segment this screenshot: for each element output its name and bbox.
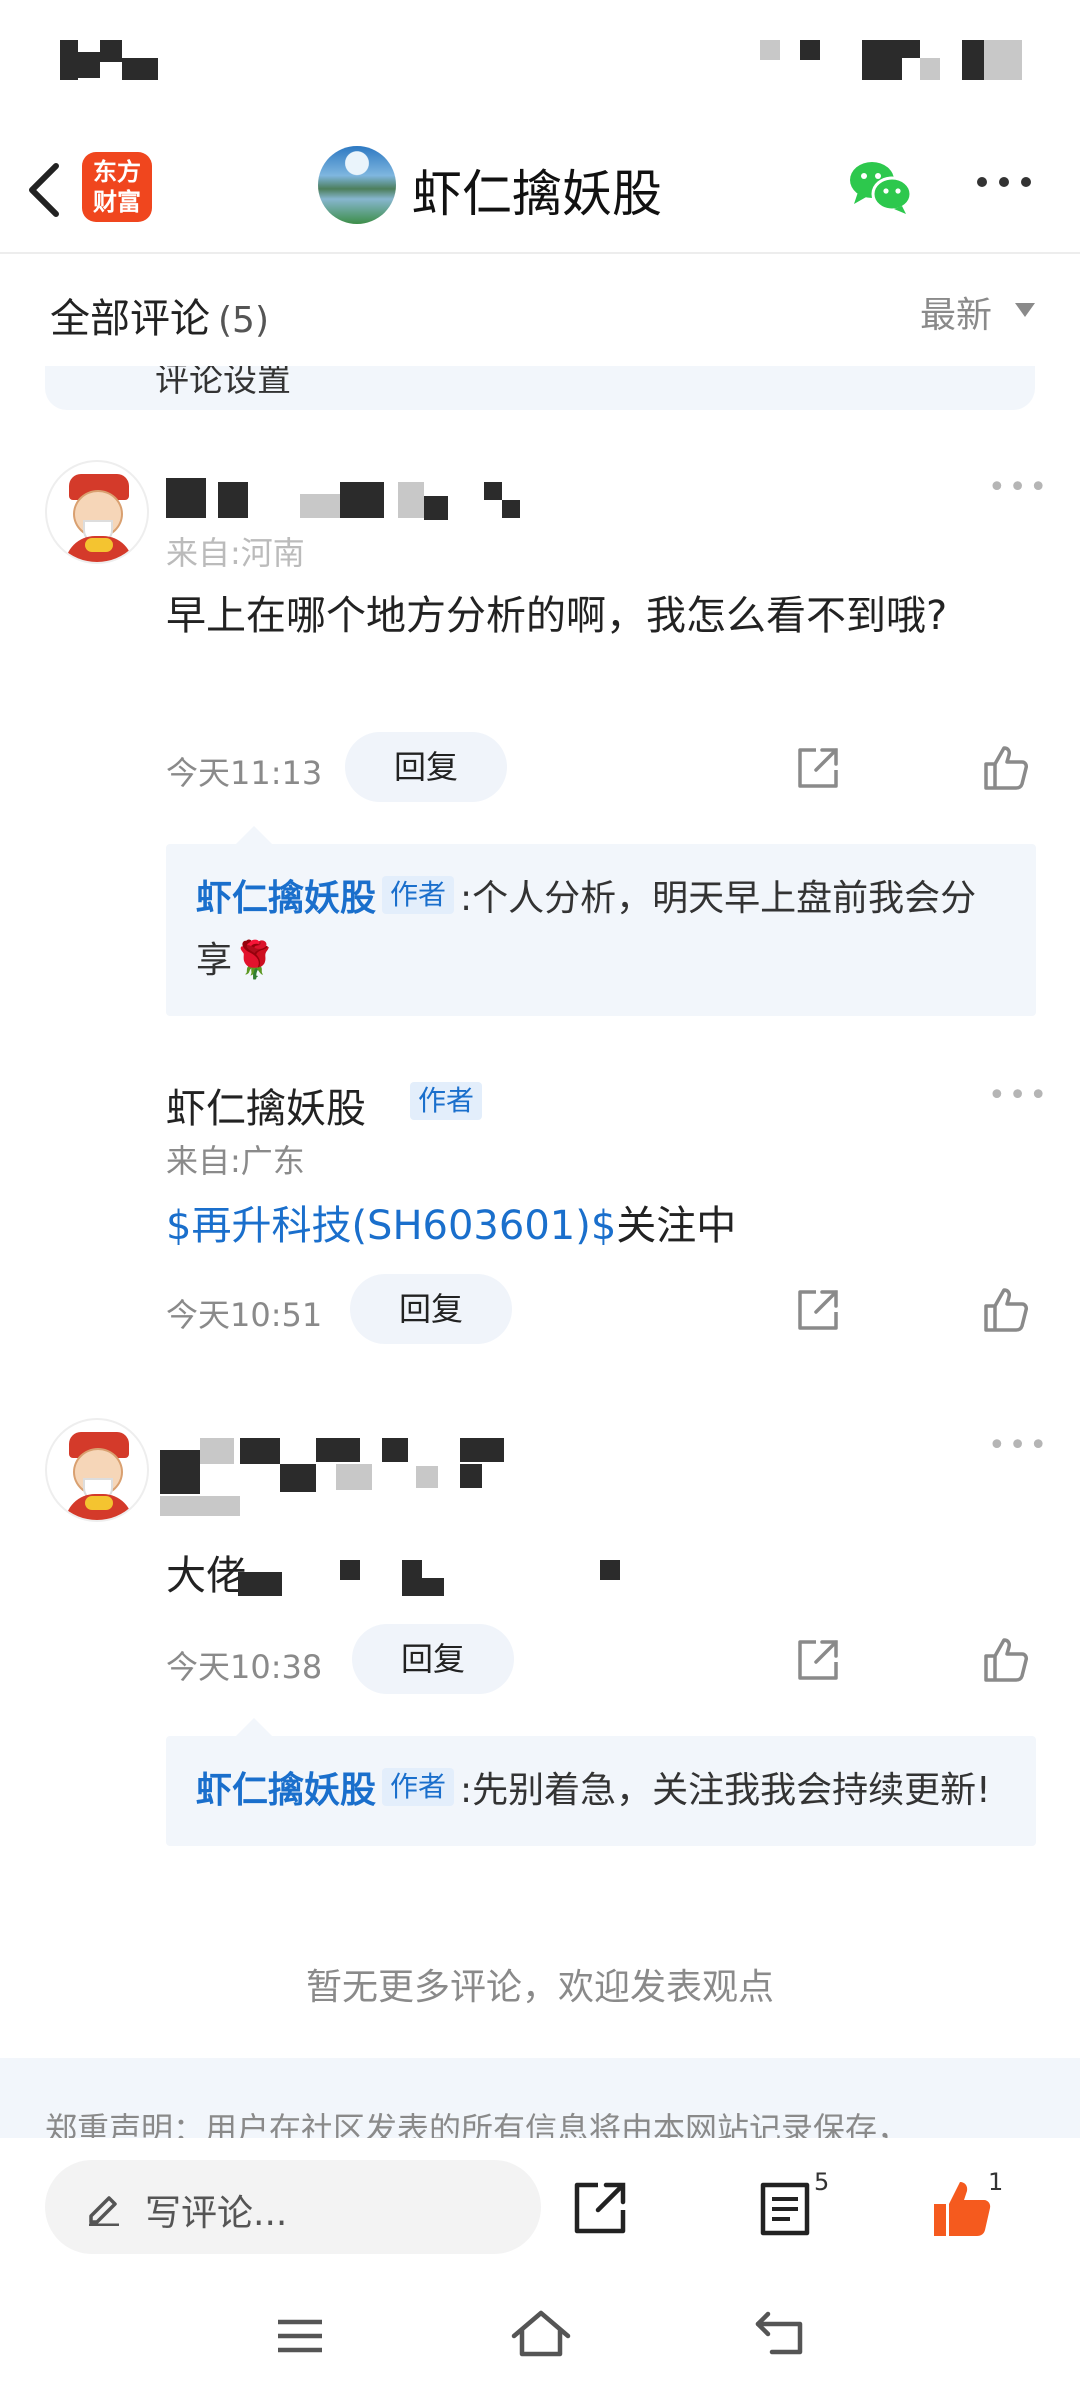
disclaimer-area: 郑重声明：用户在社区发表的所有信息将由本网站记录保存， (0, 2058, 1080, 2138)
back-nav-icon[interactable] (754, 2308, 808, 2358)
menu-icon[interactable] (276, 2316, 324, 2356)
commenter-location: 来自:河南 (166, 534, 305, 572)
share-icon[interactable] (796, 1288, 840, 1332)
comment-time: 今天11:13 (166, 754, 323, 792)
reply-button[interactable]: 回复 (350, 1274, 512, 1344)
author-reply-box[interactable]: 虾仁擒妖股 作者:个人分析，明天早上盘前我会分享🌹 (166, 826, 1036, 1016)
comment-time: 今天10:38 (166, 1648, 323, 1686)
home-icon[interactable] (510, 2308, 572, 2358)
like-icon[interactable] (982, 1286, 1030, 1334)
author-avatar[interactable] (318, 146, 396, 224)
commenter-avatar[interactable] (45, 1068, 149, 1172)
back-arrow-icon[interactable] (24, 160, 64, 220)
status-battery-obscured (962, 40, 984, 80)
comment-content-text: 关注中 (616, 1203, 737, 1249)
write-comment-input[interactable]: 写评论... (45, 2160, 541, 2254)
author-tag-badge: 作者 (382, 1768, 455, 1806)
comment-more-icon[interactable]: ••• (988, 1428, 1050, 1463)
comment-content-obscured (238, 1554, 628, 1604)
app-logo-text: 东方 财富 (93, 158, 141, 216)
comment-more-icon[interactable]: ••• (988, 470, 1050, 505)
like-icon[interactable] (982, 744, 1030, 792)
status-time-obscured (100, 40, 122, 62)
comment-list-icon[interactable] (758, 2180, 812, 2238)
share-icon[interactable] (796, 746, 840, 790)
reply-text: :先别着急，关注我我会持续更新! (460, 1770, 991, 1811)
author-tag-badge: 作者 (410, 1082, 483, 1120)
author-reply-box[interactable]: 虾仁擒妖股 作者:先别着急，关注我我会持续更新! (166, 1718, 1036, 1846)
comment-content-text: 大佬 (166, 1553, 246, 1599)
like-icon[interactable] (982, 1636, 1030, 1684)
commenter-name[interactable]: 虾仁擒妖股 (166, 1076, 366, 1134)
app-logo[interactable]: 东方 财富 (82, 152, 152, 222)
status-icons-obscured (902, 40, 920, 58)
status-icons-obscured (800, 40, 820, 60)
comments-title-text: 全部评论 (50, 296, 210, 342)
stock-link[interactable]: $再升科技(SH603601)$ (166, 1203, 616, 1249)
top-nav-bar: 东方 财富 虾仁擒妖股 (0, 120, 1080, 254)
like-count-badge: 1 (988, 2168, 1004, 2196)
comment-more-icon[interactable]: ••• (988, 1078, 1050, 1113)
comment-content: $再升科技(SH603601)$关注中 (166, 1194, 996, 1258)
reply-author-name[interactable]: 虾仁擒妖股 (196, 1770, 376, 1811)
bottom-action-bar: 写评论... 5 1 (0, 2138, 1080, 2278)
system-nav-bar (0, 2278, 1080, 2400)
reply-button[interactable]: 回复 (352, 1624, 514, 1694)
sort-caret-icon[interactable] (1015, 303, 1035, 317)
status-icons-obscured (862, 40, 902, 80)
comment-time: 今天10:51 (166, 1296, 323, 1334)
commenter-name-obscured[interactable] (160, 1430, 530, 1520)
status-time-obscured (60, 40, 78, 80)
commenter-avatar[interactable] (45, 460, 149, 564)
sort-dropdown[interactable]: 最新 (920, 286, 992, 338)
disclaimer-text: 郑重声明：用户在社区发表的所有信息将由本网站记录保存， (45, 2110, 910, 2138)
author-tag-badge: 作者 (382, 876, 455, 914)
pencil-icon (89, 2196, 119, 2226)
avatar-figure-gold (85, 1496, 113, 1510)
commenter-name-obscured[interactable] (166, 472, 526, 520)
avatar-figure-gold (85, 538, 113, 552)
like-filled-icon[interactable] (930, 2178, 994, 2240)
write-comment-placeholder: 写评论... (145, 2193, 288, 2234)
share-icon[interactable] (572, 2180, 628, 2236)
comments-header: 全部评论 (5) 最新 (0, 256, 1080, 366)
commenter-avatar[interactable] (45, 1418, 149, 1522)
reply-author-name[interactable]: 虾仁擒妖股 (196, 878, 376, 919)
no-more-comments-text: 暂无更多评论，欢迎发表观点 (305, 1967, 774, 2008)
status-icons-obscured (920, 58, 940, 80)
comment-count-badge: 5 (814, 2168, 830, 2196)
status-icons-obscured (760, 40, 780, 60)
status-bar (0, 0, 1080, 120)
comment-content: 早上在哪个地方分析的啊，我怎么看不到哦? (166, 593, 948, 639)
status-time-obscured (78, 52, 100, 78)
more-menu-icon[interactable] (976, 174, 1032, 190)
comments-section-title: 全部评论 (5) (50, 286, 269, 344)
page-title: 虾仁擒妖股 (412, 165, 662, 223)
reply-button[interactable]: 回复 (345, 732, 507, 802)
wechat-icon[interactable] (848, 160, 912, 214)
status-battery-obscured (984, 40, 1022, 80)
comments-count: (5) (218, 300, 269, 341)
commenter-location: 来自:广东 (166, 1142, 305, 1180)
share-icon[interactable] (796, 1638, 840, 1682)
status-time-obscured (122, 58, 158, 80)
